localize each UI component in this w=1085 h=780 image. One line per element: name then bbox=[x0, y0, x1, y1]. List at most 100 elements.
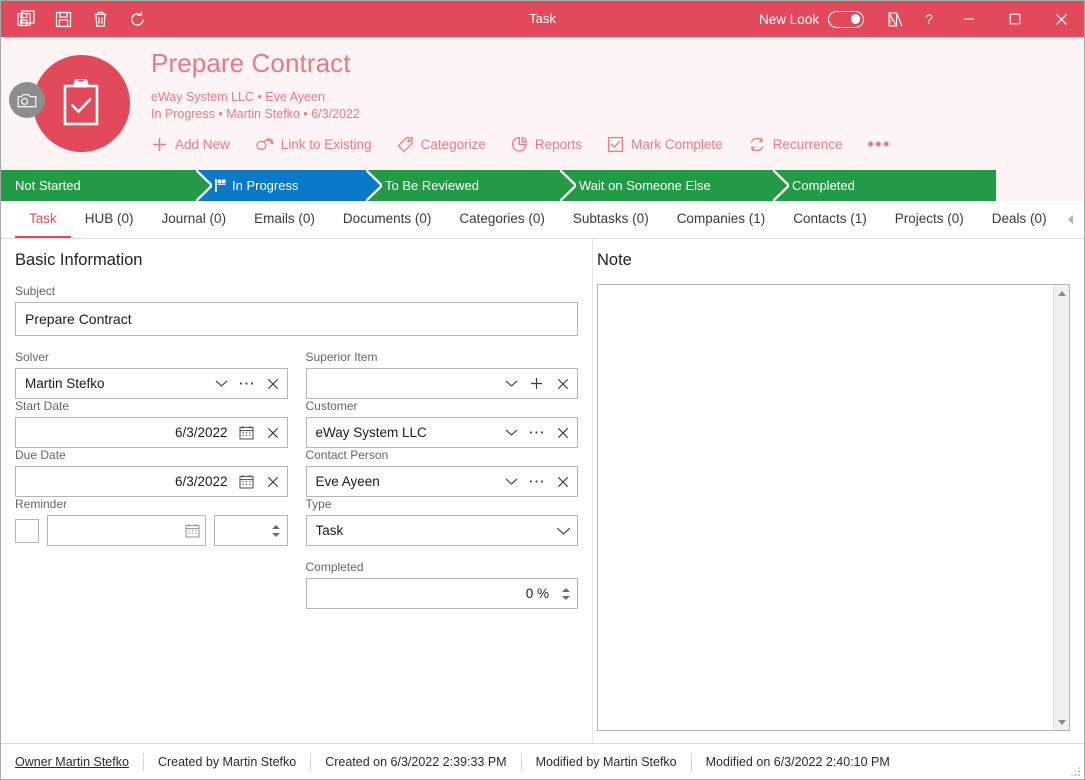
design-mode-button[interactable] bbox=[878, 1, 912, 37]
status-step-wait-on-someone-else[interactable]: Wait on Someone Else bbox=[561, 170, 789, 201]
customer-clear-button[interactable] bbox=[549, 418, 577, 447]
recurrence-label: Recurrence bbox=[772, 136, 843, 152]
spinner-up-icon[interactable] bbox=[562, 587, 570, 592]
tab-projects[interactable]: Projects (0) bbox=[881, 201, 978, 238]
solver-clear-button[interactable] bbox=[259, 369, 287, 398]
tab-scroll-right-button[interactable] bbox=[1081, 201, 1085, 238]
change-photo-button[interactable] bbox=[9, 82, 45, 118]
subject-field: Subject Prepare Contract bbox=[15, 284, 578, 336]
contact-person-more-button[interactable] bbox=[524, 467, 549, 496]
reminder-calendar-button[interactable] bbox=[180, 516, 205, 545]
start-date-calendar-button[interactable] bbox=[234, 418, 259, 447]
recurrence-button[interactable]: Recurrence bbox=[748, 133, 854, 156]
tab-categories[interactable]: Categories (0) bbox=[445, 201, 559, 238]
mark-complete-label: Mark Complete bbox=[631, 136, 723, 152]
note-editor[interactable] bbox=[597, 284, 1070, 731]
tab-bar: Task HUB (0) Journal (0) Emails (0) Docu… bbox=[1, 201, 1084, 239]
tab-journal[interactable]: Journal (0) bbox=[148, 201, 241, 238]
contact-person-input[interactable]: Eve Ayeen bbox=[305, 466, 578, 497]
status-step-completed[interactable]: Completed bbox=[774, 170, 996, 201]
status-step-label: To Be Reviewed bbox=[385, 178, 479, 193]
tab-scroll-left-button[interactable] bbox=[1061, 201, 1081, 238]
pie-chart-icon bbox=[511, 136, 528, 152]
chevron-down-icon bbox=[505, 429, 518, 436]
created-by-text: Created by Martin Stefko bbox=[157, 754, 297, 769]
tab-contacts[interactable]: Contacts (1) bbox=[779, 201, 881, 238]
spinner-down-icon[interactable] bbox=[562, 595, 570, 600]
superior-item-dropdown-button[interactable] bbox=[499, 369, 524, 398]
tab-companies[interactable]: Companies (1) bbox=[663, 201, 780, 238]
reports-label: Reports bbox=[534, 136, 583, 152]
subject-input[interactable]: Prepare Contract bbox=[15, 302, 578, 336]
due-date-clear-button[interactable] bbox=[259, 467, 287, 496]
ellipsis-icon bbox=[529, 480, 544, 483]
close-icon bbox=[557, 476, 569, 487]
tab-hub[interactable]: HUB (0) bbox=[71, 201, 148, 238]
new-look-toggle[interactable] bbox=[828, 10, 864, 28]
tab-task[interactable]: Task bbox=[15, 201, 71, 238]
categorize-button[interactable]: Categorize bbox=[397, 133, 497, 156]
type-dropdown-button[interactable] bbox=[549, 516, 577, 545]
link-to-existing-button[interactable]: Link to Existing bbox=[255, 134, 383, 155]
duedate-contact-row: Due Date 6/3/2022 Contact Person Eve Aye… bbox=[15, 448, 578, 497]
more-actions-button[interactable]: ••• bbox=[867, 135, 890, 153]
mark-complete-button[interactable]: Mark Complete bbox=[607, 133, 734, 156]
superior-item-input[interactable] bbox=[305, 368, 578, 399]
reminder-time-spinner[interactable] bbox=[265, 516, 287, 545]
status-step-in-progress[interactable]: In Progress bbox=[197, 170, 382, 201]
spinner-down-icon[interactable] bbox=[271, 532, 280, 537]
due-date-input[interactable]: 6/3/2022 bbox=[15, 466, 288, 497]
note-textarea[interactable] bbox=[598, 285, 1053, 730]
chevron-down-icon bbox=[556, 527, 570, 535]
save-and-new-button[interactable] bbox=[9, 4, 43, 34]
due-date-calendar-button[interactable] bbox=[234, 467, 259, 496]
owner-link[interactable]: Owner Martin Stefko bbox=[15, 755, 143, 769]
status-step-not-started[interactable]: Not Started bbox=[1, 170, 212, 201]
customer-more-button[interactable] bbox=[524, 418, 549, 447]
note-title: Note bbox=[597, 251, 632, 269]
maximize-button[interactable] bbox=[992, 1, 1038, 37]
contact-person-clear-button[interactable] bbox=[549, 467, 577, 496]
reports-button[interactable]: Reports bbox=[511, 133, 593, 156]
superior-item-add-button[interactable] bbox=[524, 369, 549, 398]
reminder-checkbox[interactable] bbox=[15, 518, 39, 543]
tab-deals[interactable]: Deals (0) bbox=[978, 201, 1061, 238]
start-date-input[interactable]: 6/3/2022 bbox=[15, 417, 288, 448]
minimize-icon bbox=[964, 18, 974, 20]
solver-dropdown-button[interactable] bbox=[209, 369, 234, 398]
reminder-time-input[interactable] bbox=[213, 515, 288, 546]
add-new-label: Add New bbox=[175, 136, 230, 152]
tab-emails[interactable]: Emails (0) bbox=[240, 201, 329, 238]
spinner-up-icon[interactable] bbox=[271, 524, 280, 529]
reminder-type-row: Reminder Type Task Completed 0 % bbox=[15, 497, 578, 623]
ellipsis-icon bbox=[239, 382, 253, 385]
note-scrollbar[interactable] bbox=[1053, 285, 1069, 730]
title-bar-tools bbox=[1, 4, 154, 34]
type-select[interactable]: Task bbox=[305, 515, 578, 546]
save-button[interactable] bbox=[46, 4, 80, 34]
solver-more-button[interactable] bbox=[234, 369, 259, 398]
ruler-icon bbox=[887, 11, 903, 27]
contact-person-dropdown-button[interactable] bbox=[499, 467, 524, 496]
customer-dropdown-button[interactable] bbox=[499, 418, 524, 447]
resize-grip[interactable] bbox=[1069, 765, 1081, 777]
scroll-down-button[interactable] bbox=[1054, 714, 1069, 730]
delete-button[interactable] bbox=[83, 4, 117, 34]
help-button[interactable]: ? bbox=[912, 1, 946, 37]
close-button[interactable] bbox=[1038, 1, 1084, 37]
tab-documents[interactable]: Documents (0) bbox=[329, 201, 446, 238]
add-new-button[interactable]: Add New bbox=[151, 133, 241, 156]
ellipsis-icon bbox=[529, 431, 544, 434]
start-date-clear-button[interactable] bbox=[259, 418, 287, 447]
completed-input[interactable]: 0 % bbox=[305, 578, 578, 609]
reminder-date-input[interactable] bbox=[47, 515, 206, 546]
completed-spinner[interactable] bbox=[555, 579, 577, 608]
superior-item-clear-button[interactable] bbox=[549, 369, 577, 398]
tab-subtasks[interactable]: Subtasks (0) bbox=[559, 201, 663, 238]
status-step-to-be-reviewed[interactable]: To Be Reviewed bbox=[367, 170, 576, 201]
minimize-button[interactable] bbox=[946, 1, 992, 37]
customer-input[interactable]: eWay System LLC bbox=[305, 417, 578, 448]
scroll-up-button[interactable] bbox=[1054, 285, 1069, 301]
solver-input[interactable]: Martin Stefko bbox=[15, 368, 288, 399]
refresh-button[interactable] bbox=[120, 4, 154, 34]
